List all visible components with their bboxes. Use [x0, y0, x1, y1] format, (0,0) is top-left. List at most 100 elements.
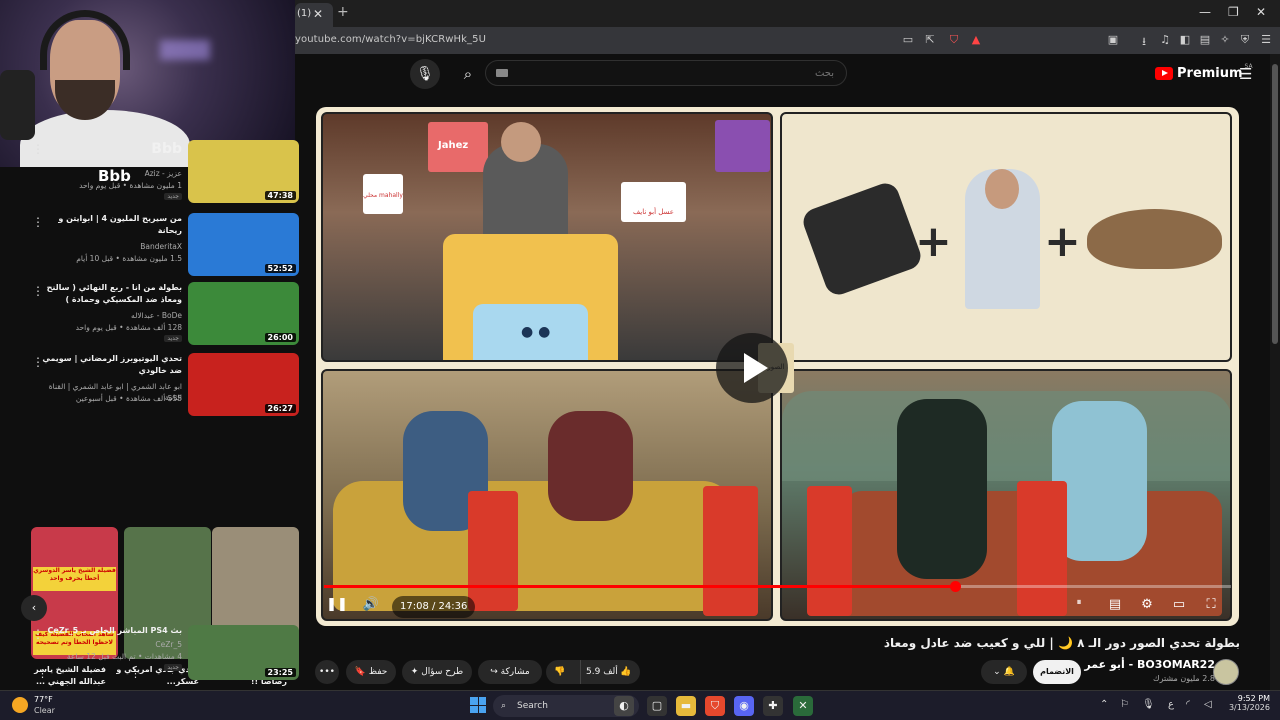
tab-close-icon[interactable]: ✕ — [313, 3, 323, 25]
subtitles-icon[interactable]: ▤ — [1104, 597, 1126, 612]
share-button[interactable]: ↪ مشاركة — [478, 660, 542, 684]
like-count[interactable]: 5.9 ألف — [586, 660, 618, 684]
wallet-icon[interactable]: ▤ — [1198, 33, 1212, 46]
video-thumbnail[interactable]: 26:27 — [188, 353, 299, 416]
list-item[interactable]: 26:27 تحدي اليوتيوبرز الرمضاني | سويمي ضد… — [0, 353, 300, 423]
video-thumbnail[interactable]: 52:52 — [188, 213, 299, 276]
app-icon-extra[interactable]: ✚ — [763, 696, 783, 716]
video-thumbnail[interactable]: 26:00 — [188, 282, 299, 345]
list-item[interactable]: 26:00 بطولة من انا - ربع النهائي ( سالنح … — [0, 282, 300, 352]
more-options-icon[interactable]: ⋮ — [32, 142, 44, 156]
brave-browser-icon[interactable]: ⛉ — [705, 696, 725, 716]
app-icon-media[interactable]: ◐ — [614, 696, 634, 716]
xbox-icon[interactable]: ✕ — [793, 696, 813, 716]
media-icon[interactable]: ♫ — [1158, 33, 1172, 46]
more-options-icon[interactable]: ⋮ — [32, 355, 44, 369]
video-player[interactable]: Jahez محلي mahally عسل أبو نايف ● ● + + … — [316, 107, 1239, 626]
like-icon[interactable]: 👍 — [620, 660, 631, 684]
guide-menu-icon[interactable]: ☰ — [1239, 65, 1252, 83]
video-item-title[interactable]: بطولة من انا - ربع النهائي ( سالنح ومعاذ… — [32, 282, 182, 306]
cast-icon[interactable]: ▭ — [901, 33, 915, 46]
duration-badge: 26:27 — [264, 404, 296, 413]
window-maximize-button[interactable]: ❐ — [1228, 5, 1239, 19]
downloads-icon[interactable]: ⭳ — [1137, 33, 1151, 52]
pause-icon[interactable]: ❚❚ — [326, 597, 348, 612]
vpn-icon[interactable]: ⛨ — [1238, 33, 1252, 47]
brave-rewards-icon[interactable]: ▲ — [969, 33, 983, 46]
volume-icon[interactable]: 🔊 — [360, 597, 382, 612]
man-head — [985, 169, 1019, 209]
more-options-icon[interactable]: ⋮ — [32, 284, 44, 298]
network-icon[interactable]: ⚐ — [1120, 699, 1129, 710]
task-view-icon[interactable]: ▢ — [647, 696, 667, 716]
share-page-icon[interactable]: ⇱ — [923, 33, 937, 46]
video-item-title[interactable]: بث PS4 المباشر الخاص بـ CeZr_5 — [32, 625, 182, 637]
search-box[interactable] — [485, 60, 847, 86]
file-explorer-icon[interactable]: ▬ — [676, 696, 696, 716]
more-actions-button[interactable]: ••• — [315, 660, 339, 684]
system-clock[interactable]: 9:52 PM 3/13/2026 — [1225, 694, 1270, 712]
autoplay-toggle-icon[interactable]: ⏸ — [1068, 597, 1090, 608]
menu-icon[interactable]: ☰ — [1259, 33, 1273, 46]
dumbbell-image — [799, 179, 925, 299]
ask-label: طرح سؤال — [421, 667, 464, 677]
host-head — [501, 122, 541, 162]
ask-button[interactable]: ✦ طرح سؤال — [402, 660, 472, 684]
search-button[interactable]: ⌕ — [453, 59, 483, 89]
speaker-icon[interactable]: ◁ — [1204, 699, 1212, 710]
notifications-button[interactable]: ⌄ 🔔 — [981, 660, 1027, 684]
wifi-icon[interactable]: ◜ — [1186, 699, 1190, 710]
video-item-channel[interactable]: BoDe - عبدالاله — [32, 310, 182, 321]
shorts-prev-button[interactable]: ‹ — [21, 595, 47, 621]
video-item-channel[interactable]: CeZr_5 — [32, 639, 182, 650]
keyboard-language[interactable]: ع — [1168, 699, 1174, 710]
big-play-button[interactable] — [716, 333, 788, 403]
progress-bar[interactable] — [324, 581, 1231, 592]
video-thumbnail[interactable]: 23:25 — [188, 625, 299, 680]
start-button[interactable] — [470, 697, 486, 713]
logo-text: Premium — [1177, 66, 1243, 81]
search-input[interactable] — [486, 61, 846, 85]
channel-name[interactable]: BO3OMAR22 - أبو عمر — [1084, 658, 1215, 671]
join-button[interactable]: الانضمام — [1033, 660, 1081, 684]
video-item-title[interactable]: تحدي اليوتيوبرز الرمضاني | سويمي ضد خالو… — [32, 353, 182, 377]
voice-search-button[interactable]: 🎙 — [410, 59, 440, 89]
player-controls: ❚❚ 🔊 17:08 / 24:36 ⏸ ▤ ⚙ ▭ ⛶ — [316, 592, 1239, 622]
save-button[interactable]: 🔖 حفظ — [346, 660, 396, 684]
video-item-title[interactable]: من سيريح المليون 4 | ابوايتن و ريحانة — [32, 213, 182, 237]
time-display: 17:08 / 24:36 — [392, 596, 476, 618]
theater-mode-icon[interactable]: ▭ — [1168, 597, 1190, 612]
more-options-icon[interactable]: ⋮ — [32, 627, 44, 641]
fullscreen-icon[interactable]: ⛶ — [1200, 597, 1222, 612]
progress-fill — [324, 585, 956, 588]
scrollbar-thumb[interactable] — [1272, 64, 1278, 344]
discord-icon[interactable]: ◉ — [734, 696, 754, 716]
player-left-2 — [548, 411, 633, 521]
new-tab-button[interactable]: + — [337, 4, 349, 20]
url-field[interactable]: youtube.com/watch?v=bjKCRwHk_5U — [295, 34, 486, 45]
page-scrollbar[interactable] — [1270, 54, 1280, 690]
video-item-meta: 4 مشاهدات • تم البث قبل 12 ساعة — [66, 652, 182, 661]
video-item-title[interactable]: Bbb — [32, 140, 182, 158]
brave-shield-icon[interactable]: ⛉ — [947, 33, 961, 47]
channel-avatar[interactable] — [1213, 659, 1239, 685]
browser-tab[interactable]: (1) ✕ — [295, 3, 333, 27]
settings-gear-icon[interactable]: ⚙ — [1136, 597, 1158, 612]
youtube-logo[interactable]: Premium SA — [1155, 63, 1253, 81]
reading-list-icon[interactable]: ◧ — [1178, 33, 1192, 46]
more-options-icon[interactable]: ⋮ — [32, 215, 44, 229]
window-minimize-button[interactable]: — — [1199, 5, 1211, 19]
sidebar-panel-icon[interactable]: ▣ — [1106, 33, 1120, 46]
keyboard-icon[interactable] — [496, 69, 508, 77]
dislike-icon[interactable]: 👎 — [554, 660, 565, 684]
video-thumbnail[interactable]: 47:38 — [188, 140, 299, 203]
list-item[interactable]: 23:25 بث PS4 المباشر الخاص بـ CeZr_5 CeZr_… — [0, 625, 300, 695]
mic-tray-icon[interactable]: 🎙 — [1142, 699, 1155, 710]
video-item-channel[interactable]: BanderitaX — [32, 241, 182, 252]
leo-ai-icon[interactable]: ✧ — [1218, 33, 1232, 46]
list-item[interactable]: 47:38 Bbb عزيز - Aziz 1 مليون مشاهدة • قبل … — [0, 140, 300, 210]
list-item[interactable]: 52:52 من سيريح المليون 4 | ابوايتن و ريحا… — [0, 213, 300, 283]
window-close-button[interactable]: ✕ — [1256, 5, 1266, 19]
channel-info[interactable]: BO3OMAR22 - أبو عمر 2.8 مليون مشترك — [1084, 658, 1215, 686]
tray-chevron-icon[interactable]: ⌃ — [1100, 699, 1108, 710]
